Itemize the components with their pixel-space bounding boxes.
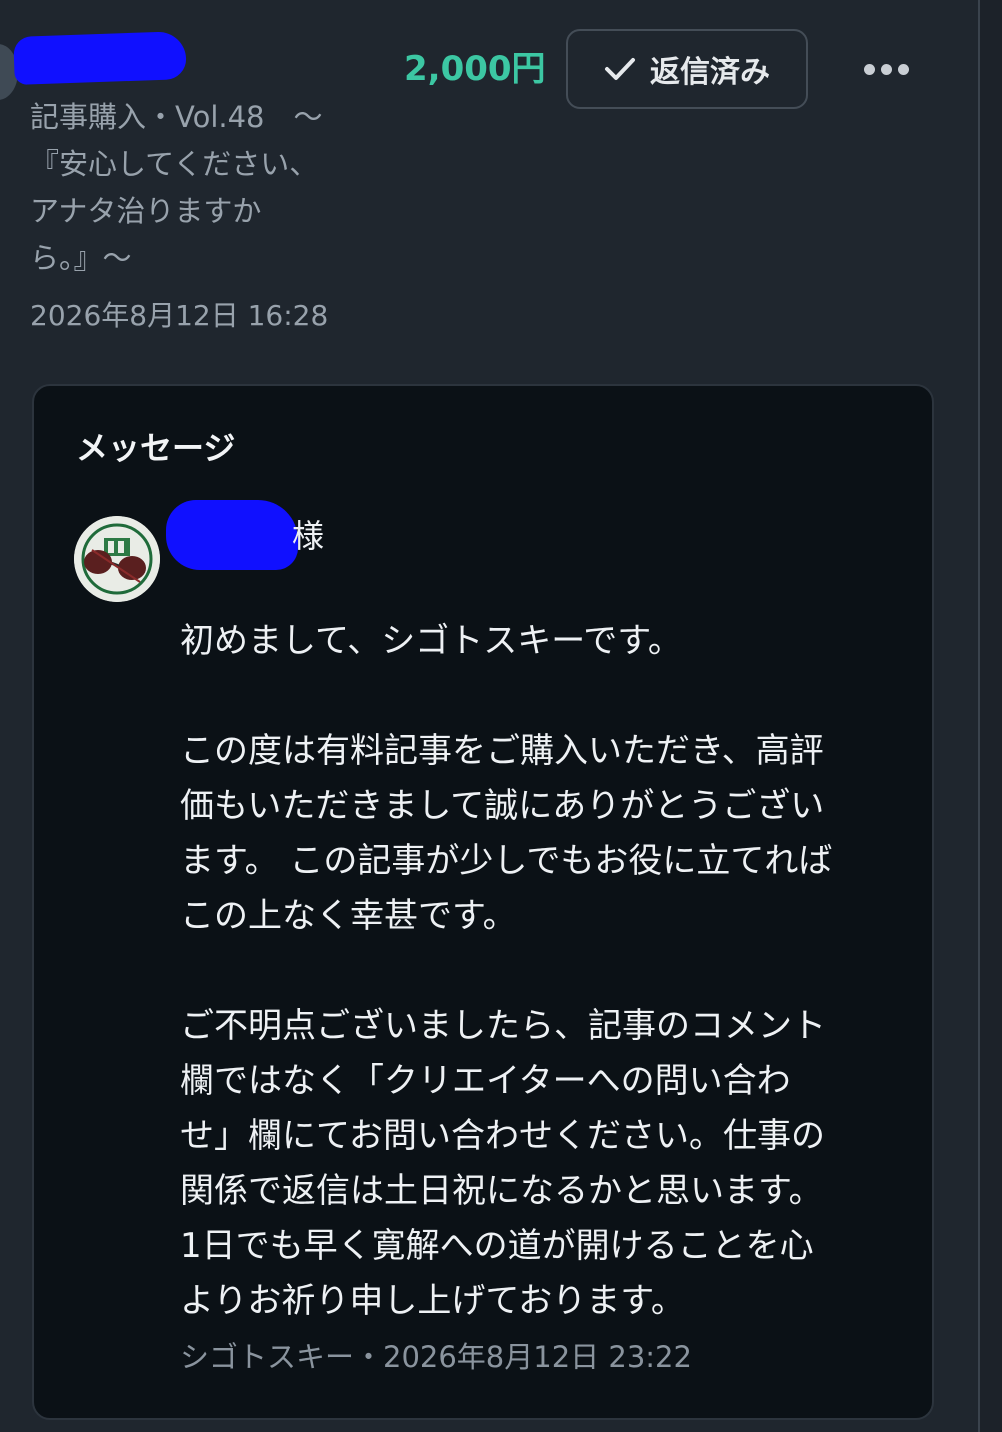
price-amount: 2,000円 [404,49,546,89]
redaction-mark [13,31,187,85]
redaction-mark [166,500,298,570]
more-dot [897,63,909,75]
more-icon[interactable] [856,46,916,92]
message-body: 初めまして、シゴトスキーです。 この度は有料記事をご購入いただき、高評 価もいた… [180,621,833,1321]
scrollbar-track[interactable] [978,0,1002,1432]
sender-avatar [74,516,160,602]
recipient-honorific: 様 [292,517,325,555]
item-title: 記事購入・Vol.48 ～ 『安心してください、 アナタ治りますか ら。』～ [30,100,323,275]
replied-status-button[interactable]: 返信済み [566,29,808,109]
more-dot [880,63,892,75]
replied-status-label: 返信済み [650,55,770,90]
message-footer: シゴトスキー・2026年8月12日 23:22 [180,1340,692,1374]
check-icon [604,56,636,82]
message-card: メッセージ 様 初めまして、シゴトスキーです。 この度は有料記事をご購入いただき… [32,384,934,1420]
recipient-line: 様 [164,490,464,580]
more-dot [863,63,875,75]
message-heading: メッセージ [76,429,236,467]
purchase-date: 2026年8月12日 16:28 [30,299,329,332]
